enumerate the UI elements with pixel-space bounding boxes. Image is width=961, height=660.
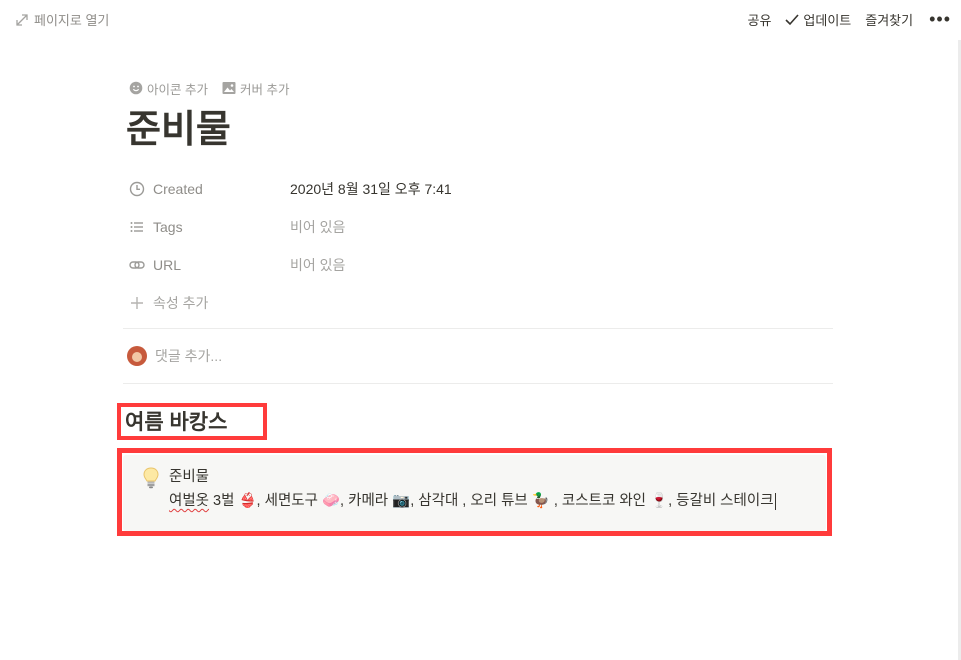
add-icon-label: 아이콘 추가 (147, 82, 208, 97)
property-name: URL (123, 257, 290, 273)
callout-title[interactable]: 준비물 (169, 467, 209, 487)
misspelled-word: 여벌옷 (169, 493, 210, 509)
callout-text-body: 3벌 👙, 세면도구 🧼, 카메라 📷, 삼각대 , 오리 튜브 🦆 , 코스트… (209, 493, 774, 509)
page-actions: 아이콘 추가 커버 추가 (129, 76, 833, 100)
property-value: 2020년 8월 31일 오후 7:41 (290, 181, 452, 197)
expand-icon (16, 13, 28, 26)
more-options-icon[interactable]: ••• (929, 10, 951, 28)
property-name: Created (123, 181, 290, 197)
add-icon-button[interactable]: 아이콘 추가 (129, 79, 208, 98)
add-property-label: 속성 추가 (153, 295, 209, 311)
add-cover-label: 커버 추가 (239, 82, 290, 97)
smile-icon (129, 81, 143, 95)
property-label: Tags (153, 219, 183, 235)
updates-label: 업데이트 (803, 13, 852, 28)
page-content: 아이콘 추가 커버 추가 준비물 Created 2020년 8월 31일 오후… (123, 76, 833, 384)
updates-button[interactable]: 업데이트 (785, 10, 851, 29)
lightbulb-icon[interactable] (141, 466, 161, 490)
plus-icon (131, 297, 143, 309)
page-title[interactable]: 준비물 (126, 106, 833, 154)
top-bar: 페이지로 열기 공유 업데이트 즐겨찾기 ••• (0, 0, 961, 40)
property-value[interactable]: 비어 있음 (290, 255, 345, 275)
text-cursor (774, 492, 776, 510)
list-icon (130, 222, 143, 232)
divider (123, 383, 833, 384)
property-row-created[interactable]: Created 2020년 8월 31일 오후 7:41 (123, 170, 833, 208)
open-as-page-label: 페이지로 열기 (34, 13, 110, 28)
comment-input[interactable]: 댓글 추가... (123, 329, 833, 383)
add-property: 속성 추가 (123, 293, 290, 313)
property-label: URL (153, 257, 182, 273)
avatar (127, 346, 147, 366)
properties: Created 2020년 8월 31일 오후 7:41 Tags 비어 있음 (123, 170, 833, 322)
property-row-url[interactable]: URL 비어 있음 (123, 246, 833, 284)
share-button[interactable]: 공유 (747, 10, 771, 29)
property-row-tags[interactable]: Tags 비어 있음 (123, 208, 833, 246)
link-icon (129, 261, 145, 269)
callout-text[interactable]: 여벌옷 3벌 👙, 세면도구 🧼, 카메라 📷, 삼각대 , 오리 튜브 🦆 ,… (169, 491, 776, 511)
add-cover-button[interactable]: 커버 추가 (222, 79, 289, 98)
favorite-button[interactable]: 즐겨찾기 (865, 10, 913, 29)
check-icon (785, 13, 800, 25)
property-label: Created (153, 181, 203, 197)
open-as-page-button[interactable]: 페이지로 열기 (16, 10, 109, 29)
property-name: Tags (123, 219, 290, 235)
clock-icon (129, 181, 145, 197)
add-property-button[interactable]: 속성 추가 (123, 284, 833, 322)
property-value[interactable]: 비어 있음 (290, 217, 345, 237)
image-icon (222, 82, 236, 94)
comment-placeholder: 댓글 추가... (155, 348, 223, 364)
section-heading[interactable]: 여름 바캉스 (125, 409, 227, 437)
